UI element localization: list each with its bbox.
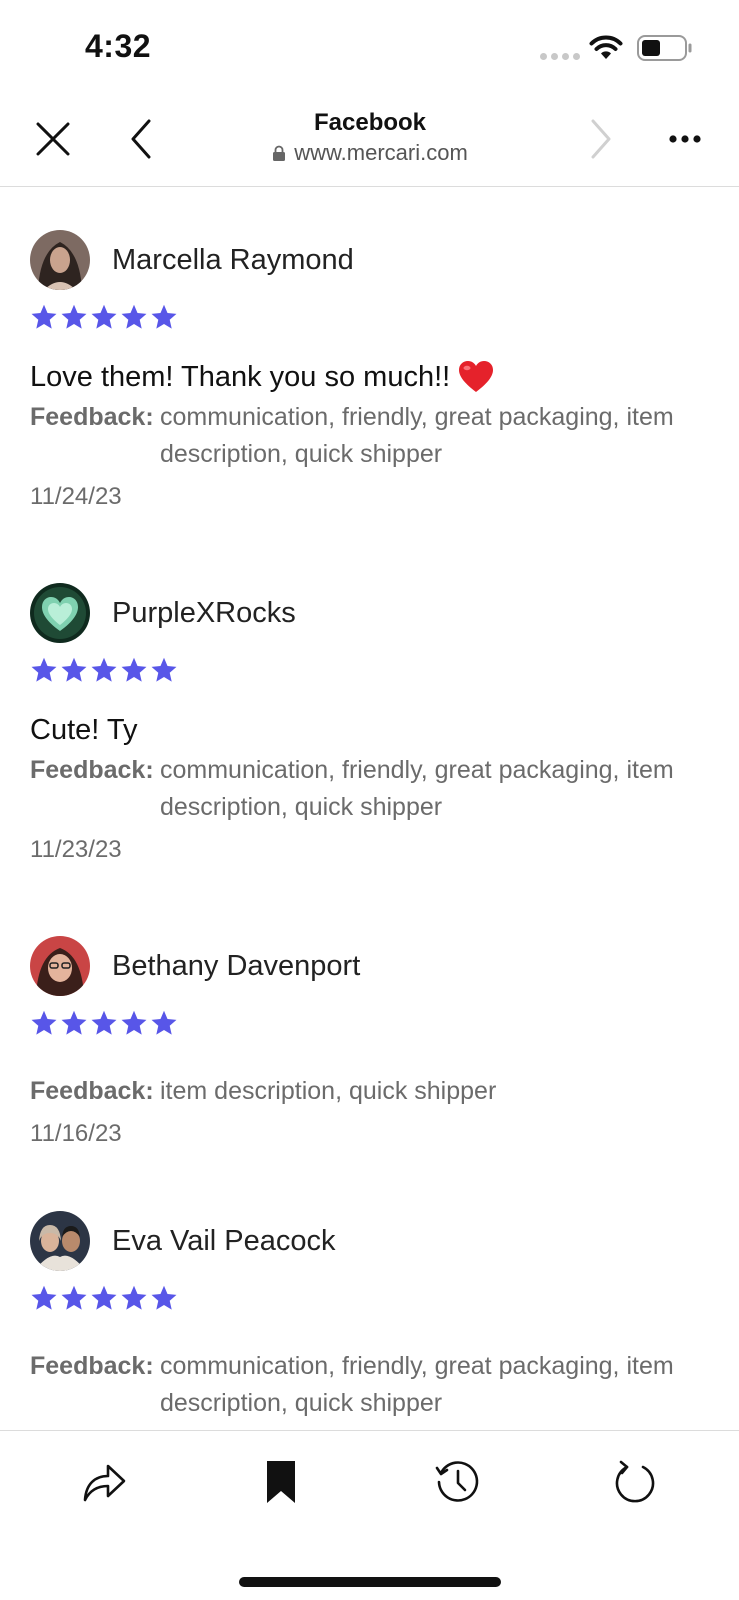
browser-nav-bar: Facebook www.mercari.com — [0, 100, 739, 187]
lock-icon — [273, 145, 286, 161]
reviewer-name[interactable]: PurpleXRocks — [112, 597, 296, 630]
review-header: Marcella Raymond — [30, 229, 720, 291]
reviewer-name[interactable]: Eva Vail Peacock — [112, 1225, 336, 1258]
feedback-text: item description, quick shipper — [160, 1077, 497, 1105]
bookmark-button[interactable] — [256, 1457, 306, 1507]
page-title-block: Facebook www.mercari.com — [200, 108, 540, 166]
heart-icon — [459, 361, 494, 392]
feedback-label: Feedback: — [30, 756, 154, 784]
review-item: Eva Vail Peacock Feedback: communication… — [30, 1210, 720, 1422]
refresh-button[interactable] — [610, 1457, 660, 1507]
page-url: www.mercari.com — [294, 140, 468, 165]
reviewer-name[interactable]: Marcella Raymond — [112, 244, 354, 277]
star-icon — [91, 657, 117, 682]
star-icon — [151, 657, 177, 682]
status-bar: 4:32 — [0, 0, 739, 100]
review-comment-text: Cute! Ty — [30, 714, 138, 746]
forward-button[interactable] — [578, 116, 624, 162]
reviews-list[interactable]: Marcella Raymond Love them! Thank you so… — [0, 188, 739, 1430]
star-rating — [30, 1009, 720, 1039]
star-icon — [31, 1010, 57, 1035]
feedback-text: communication, friendly, great packaging… — [160, 403, 674, 468]
more-icon — [669, 135, 701, 143]
star-icon — [151, 304, 177, 329]
avatar[interactable] — [30, 583, 90, 643]
feedback-label: Feedback: — [30, 1352, 154, 1380]
star-icon — [151, 1010, 177, 1035]
feedback-text: communication, friendly, great packaging… — [160, 1352, 674, 1417]
avatar[interactable] — [30, 1211, 90, 1271]
review-date: 11/23/23 — [30, 836, 122, 863]
browser-page: 4:32 Facebook www.mercari.com Marcella R… — [0, 0, 739, 1600]
page-title: Facebook — [313, 109, 427, 136]
star-icon — [31, 1285, 57, 1310]
forward-icon — [591, 119, 611, 159]
close-button[interactable] — [30, 116, 76, 162]
star-icon — [151, 1285, 177, 1310]
star-icon — [31, 657, 57, 682]
cellular-signal-icon — [540, 53, 580, 60]
star-rating — [30, 1284, 720, 1314]
star-icon — [91, 1285, 117, 1310]
review-header: PurpleXRocks — [30, 582, 720, 644]
star-icon — [91, 304, 117, 329]
star-icon — [61, 304, 87, 329]
review-comment: Love them! Thank you so much!! — [30, 359, 720, 395]
review-date: 11/24/23 — [30, 483, 122, 510]
home-indicator[interactable] — [239, 1577, 501, 1587]
history-button[interactable] — [433, 1457, 483, 1507]
close-icon — [36, 122, 70, 156]
star-icon — [121, 1285, 147, 1310]
review-date: 11/16/23 — [30, 1120, 122, 1147]
wifi-icon — [589, 35, 623, 59]
bookmark-icon — [267, 1461, 295, 1503]
review-item: Bethany Davenport Feedback: item descrip… — [30, 935, 720, 1150]
url-row: www.mercari.com — [200, 140, 540, 166]
star-icon — [121, 304, 147, 329]
review-comment-text: Love them! Thank you so much!! — [30, 361, 451, 393]
back-button[interactable] — [118, 116, 164, 162]
star-icon — [121, 1010, 147, 1035]
reviewer-name[interactable]: Bethany Davenport — [112, 950, 360, 983]
star-icon — [61, 1285, 87, 1310]
star-icon — [61, 1010, 87, 1035]
feedback-label: Feedback: — [30, 403, 154, 431]
history-icon — [435, 1461, 479, 1502]
share-button[interactable] — [79, 1457, 129, 1507]
star-rating — [30, 303, 720, 333]
status-time: 4:32 — [85, 28, 152, 64]
review-header: Eva Vail Peacock — [30, 1210, 720, 1272]
bottom-toolbar — [0, 1430, 739, 1600]
battery-icon — [637, 35, 692, 61]
review-feedback: Feedback: communication, friendly, great… — [30, 1348, 720, 1422]
more-options-button[interactable] — [662, 116, 708, 162]
feedback-label: Feedback: — [30, 1077, 154, 1105]
review-header: Bethany Davenport — [30, 935, 720, 997]
review-comment: Cute! Ty — [30, 712, 720, 748]
star-icon — [61, 657, 87, 682]
avatar[interactable] — [30, 230, 90, 290]
feedback-text: communication, friendly, great packaging… — [160, 756, 674, 821]
star-rating — [30, 656, 720, 686]
review-feedback: Feedback: item description, quick shippe… — [30, 1073, 720, 1110]
review-item: PurpleXRocks Cute! Ty Feedback: communic… — [30, 582, 720, 866]
review-item: Marcella Raymond Love them! Thank you so… — [30, 229, 720, 513]
review-feedback: Feedback: communication, friendly, great… — [30, 752, 720, 826]
refresh-icon — [615, 1460, 655, 1503]
share-icon — [83, 1464, 126, 1502]
star-icon — [121, 657, 147, 682]
avatar[interactable] — [30, 936, 90, 996]
review-feedback: Feedback: communication, friendly, great… — [30, 399, 720, 473]
star-icon — [31, 304, 57, 329]
star-icon — [91, 1010, 117, 1035]
back-icon — [131, 119, 151, 159]
